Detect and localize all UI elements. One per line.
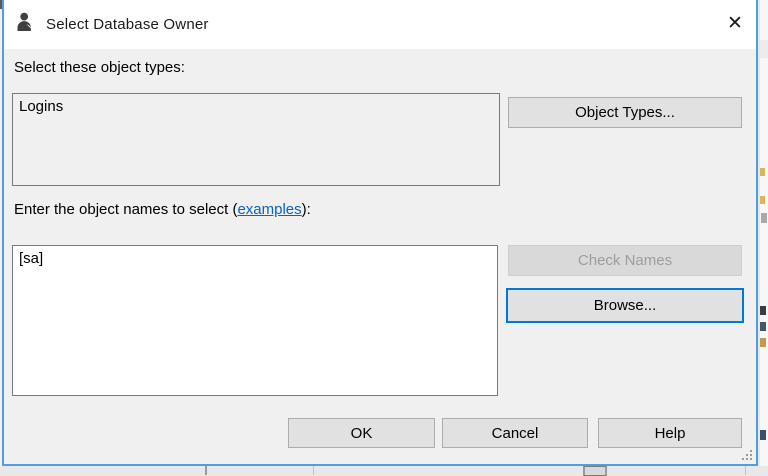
dialog-title: Select Database Owner [46,16,209,33]
background-fragment [760,338,766,347]
object-types-value: Logins [19,98,64,115]
background-fragment [760,322,766,331]
object-names-input[interactable]: [sa] [12,245,498,396]
close-button[interactable]: ✕ [714,2,756,44]
browse-button[interactable]: Browse... [506,288,744,323]
object-names-value: [sa] [19,250,44,267]
object-types-label: Select these object types: [14,59,185,76]
background-divider [313,466,314,475]
cancel-button[interactable]: Cancel [442,418,588,448]
cancel-button-label: Cancel [491,424,539,442]
resize-grip[interactable] [740,448,753,461]
background-divider [745,466,746,475]
object-names-label: Enter the object names to select (exampl… [14,201,311,218]
person-icon [17,12,32,31]
ok-button-label: OK [350,424,373,442]
examples-link[interactable]: examples [237,201,301,218]
check-names-button-label: Check Names [577,252,673,269]
background-window-bottom-strip [0,466,768,476]
background-fragment [760,196,765,204]
dialog-titlebar[interactable]: Select Database Owner ✕ [4,0,756,49]
object-types-button-label: Object Types... [575,104,675,121]
browse-button-label: Browse... [593,297,657,314]
object-names-label-prefix: Enter the object names to select ( [14,201,238,218]
object-types-box: Logins [12,93,500,186]
background-divider [205,466,207,475]
object-types-button[interactable]: Object Types... [508,97,742,128]
help-button-label: Help [654,424,686,442]
background-fragment [761,213,767,223]
background-fragment [760,430,766,440]
ok-button[interactable]: OK [288,418,435,448]
background-fragment [760,40,768,58]
help-button[interactable]: Help [598,418,742,448]
object-names-label-suffix: ): [301,201,311,218]
close-icon: ✕ [727,12,743,34]
background-fragment [760,168,765,176]
select-database-owner-dialog: Select Database Owner ✕ Select these obj… [2,0,758,466]
background-window-right-sliver [760,0,768,475]
background-fragment [760,306,766,315]
check-names-button[interactable]: Check Names [508,245,742,276]
